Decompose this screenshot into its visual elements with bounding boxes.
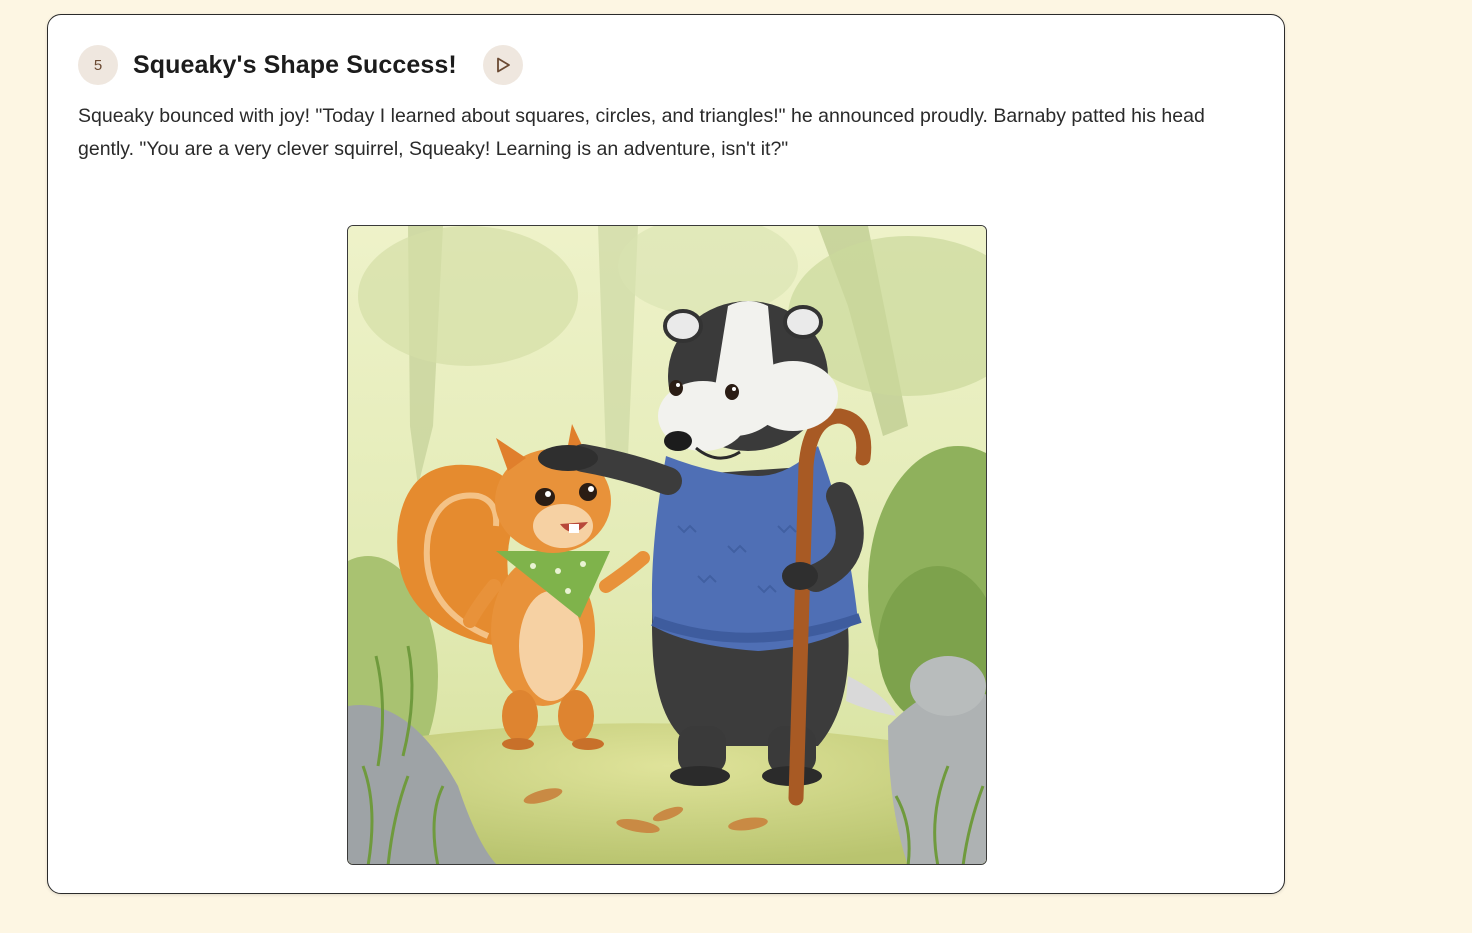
story-text: Squeaky bounced with joy! "Today I learn… [78, 105, 1205, 160]
story-page-header: 5 Squeaky's Shape Success! [78, 45, 523, 85]
page-number-badge: 5 [78, 45, 118, 85]
page-title: Squeaky's Shape Success! [133, 50, 457, 79]
play-icon [496, 57, 510, 73]
story-illustration [347, 225, 987, 865]
play-audio-button[interactable] [482, 45, 523, 85]
squirrel-and-badger-illustration [348, 226, 986, 864]
story-page-card: 5 Squeaky's Shape Success! Squeaky bounc… [47, 14, 1285, 894]
